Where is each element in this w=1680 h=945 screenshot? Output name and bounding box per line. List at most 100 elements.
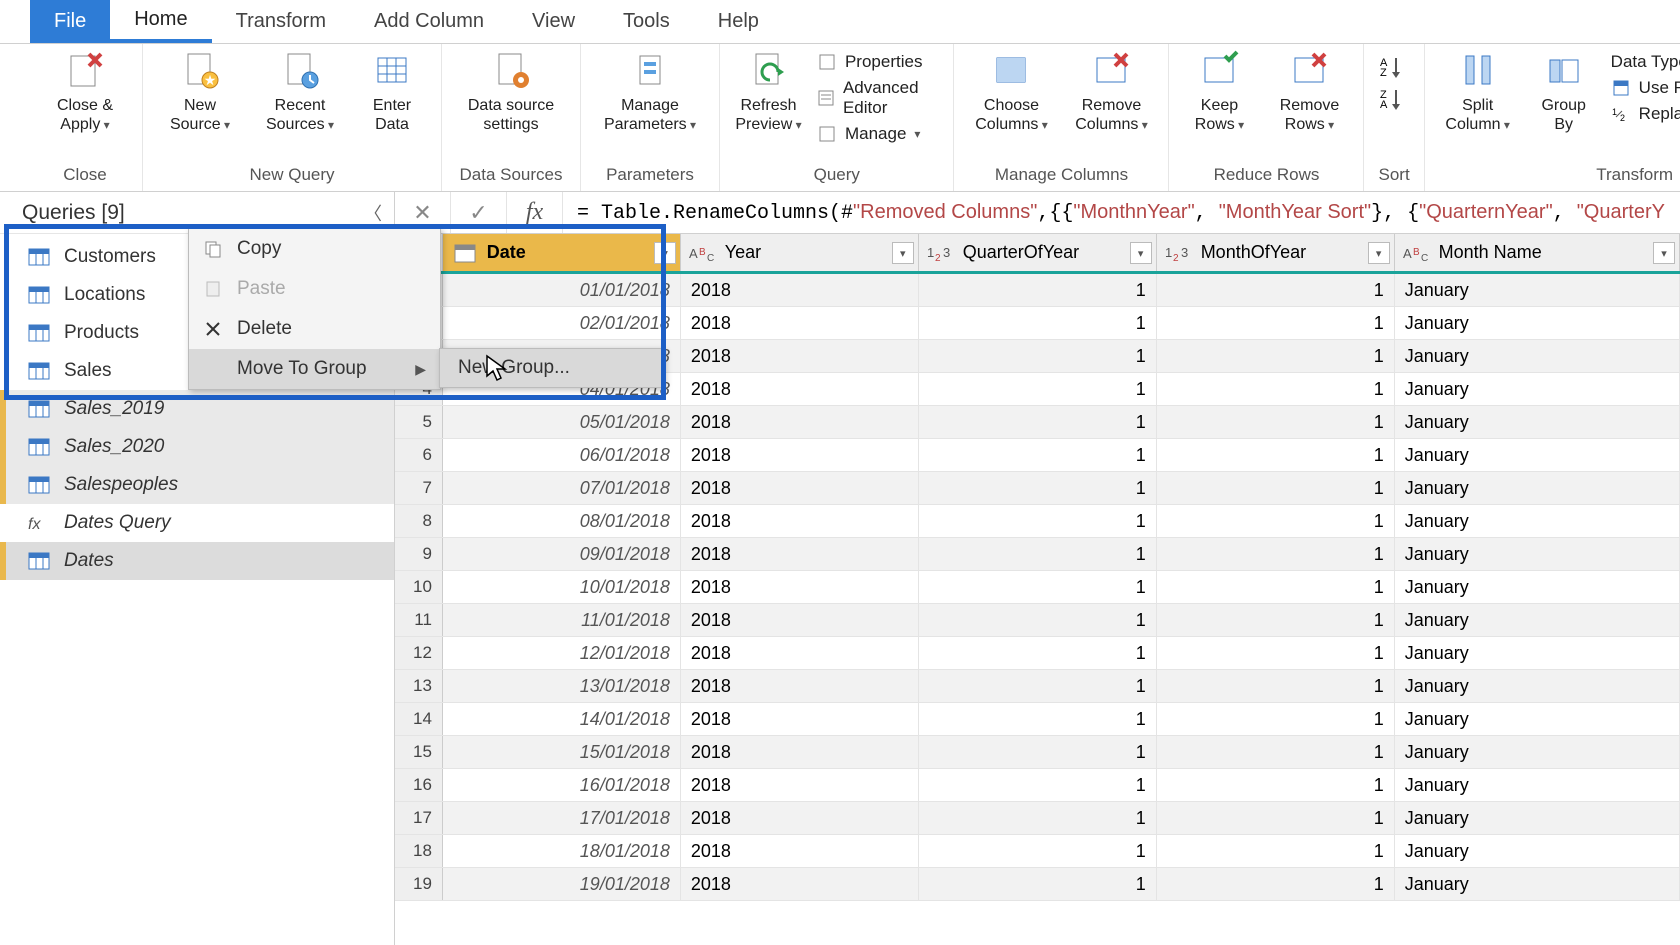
table-row[interactable]: 1919/01/2018201811January xyxy=(395,868,1680,901)
data-type-dropdown[interactable]: Data Type: Date▾ xyxy=(1611,52,1680,72)
row-number[interactable]: 15 xyxy=(395,736,443,768)
data-source-settings-button[interactable]: Data source settings xyxy=(456,48,566,134)
cell-year[interactable]: 2018 xyxy=(681,505,919,537)
cell-month[interactable]: 1 xyxy=(1157,835,1395,867)
advanced-editor-button[interactable]: Advanced Editor xyxy=(817,78,940,118)
column-header-year[interactable]: ABCYear▾ xyxy=(681,234,919,271)
tab-transform[interactable]: Transform xyxy=(212,0,350,43)
cell-year[interactable]: 2018 xyxy=(681,670,919,702)
cell-month[interactable]: 1 xyxy=(1157,670,1395,702)
tab-file[interactable]: File xyxy=(30,0,110,43)
query-item-dates[interactable]: Dates xyxy=(0,542,394,580)
row-number[interactable]: 6 xyxy=(395,439,443,471)
row-number[interactable]: 19 xyxy=(395,868,443,900)
table-row[interactable]: 1616/01/2018201811January xyxy=(395,769,1680,802)
cell-year[interactable]: 2018 xyxy=(681,835,919,867)
cell-month-name[interactable]: January xyxy=(1395,637,1680,669)
cell-month-name[interactable]: January xyxy=(1395,571,1680,603)
table-row[interactable]: 505/01/2018201811January xyxy=(395,406,1680,439)
context-delete[interactable]: Delete xyxy=(189,309,440,349)
tab-add-column[interactable]: Add Column xyxy=(350,0,508,43)
cell-quarter[interactable]: 1 xyxy=(919,571,1157,603)
row-number[interactable]: 7 xyxy=(395,472,443,504)
cell-year[interactable]: 2018 xyxy=(681,868,919,900)
column-filter-dropdown[interactable]: ▾ xyxy=(654,242,676,264)
cell-month[interactable]: 1 xyxy=(1157,406,1395,438)
remove-columns-button[interactable]: Remove Columns xyxy=(1068,48,1154,134)
cell-quarter[interactable]: 1 xyxy=(919,736,1157,768)
cell-year[interactable]: 2018 xyxy=(681,439,919,471)
table-row[interactable]: 1010/01/2018201811January xyxy=(395,571,1680,604)
cell-quarter[interactable]: 1 xyxy=(919,406,1157,438)
row-number[interactable]: 14 xyxy=(395,703,443,735)
cell-month-name[interactable]: January xyxy=(1395,340,1680,372)
row-number[interactable]: 18 xyxy=(395,835,443,867)
cell-quarter[interactable]: 1 xyxy=(919,340,1157,372)
cell-month-name[interactable]: January xyxy=(1395,472,1680,504)
formula-text[interactable]: = Table.RenameColumns(#"Removed Columns"… xyxy=(563,201,1680,225)
cell-month-name[interactable]: January xyxy=(1395,406,1680,438)
cell-quarter[interactable]: 1 xyxy=(919,373,1157,405)
cell-month-name[interactable]: January xyxy=(1395,670,1680,702)
split-column-button[interactable]: Split Column xyxy=(1439,48,1517,134)
cell-month[interactable]: 1 xyxy=(1157,505,1395,537)
cell-month-name[interactable]: January xyxy=(1395,538,1680,570)
context-move-to-group[interactable]: Move To Group ▶ xyxy=(189,349,440,389)
cell-month[interactable]: 1 xyxy=(1157,604,1395,636)
column-filter-dropdown[interactable]: ▾ xyxy=(1130,242,1152,264)
cell-month[interactable]: 1 xyxy=(1157,571,1395,603)
cell-quarter[interactable]: 1 xyxy=(919,604,1157,636)
cell-year[interactable]: 2018 xyxy=(681,307,919,339)
cell-year[interactable]: 2018 xyxy=(681,373,919,405)
cell-year[interactable]: 2018 xyxy=(681,604,919,636)
formula-fx-button[interactable]: fx xyxy=(507,192,563,233)
table-row[interactable]: 707/01/2018201811January xyxy=(395,472,1680,505)
sort-desc-button[interactable]: ZA xyxy=(1378,86,1406,110)
cell-month-name[interactable]: January xyxy=(1395,802,1680,834)
tab-home[interactable]: Home xyxy=(110,0,211,43)
cell-quarter[interactable]: 1 xyxy=(919,307,1157,339)
cell-quarter[interactable]: 1 xyxy=(919,637,1157,669)
cell-quarter[interactable]: 1 xyxy=(919,703,1157,735)
use-first-row-button[interactable]: Use First Row as Heade xyxy=(1611,78,1680,98)
cell-month-name[interactable]: January xyxy=(1395,703,1680,735)
submenu-new-group[interactable]: New Group... xyxy=(439,348,664,388)
cell-year[interactable]: 2018 xyxy=(681,571,919,603)
table-row[interactable]: 202/01/2018201811January xyxy=(395,307,1680,340)
cell-month[interactable]: 1 xyxy=(1157,868,1395,900)
cell-date[interactable]: 09/01/2018 xyxy=(443,538,681,570)
cell-quarter[interactable]: 1 xyxy=(919,769,1157,801)
table-row[interactable]: 101/01/2018201811January xyxy=(395,274,1680,307)
cell-year[interactable]: 2018 xyxy=(681,274,919,306)
row-number[interactable]: 13 xyxy=(395,670,443,702)
row-number[interactable]: 11 xyxy=(395,604,443,636)
column-filter-dropdown[interactable]: ▾ xyxy=(892,242,914,264)
cell-month-name[interactable]: January xyxy=(1395,274,1680,306)
manage-query-button[interactable]: Manage▾ xyxy=(817,124,940,144)
formula-commit-button[interactable]: ✓ xyxy=(451,192,507,233)
cell-quarter[interactable]: 1 xyxy=(919,505,1157,537)
column-filter-dropdown[interactable]: ▾ xyxy=(1653,242,1675,264)
context-copy[interactable]: Copy xyxy=(189,229,440,269)
cell-quarter[interactable]: 1 xyxy=(919,835,1157,867)
cell-date[interactable]: 13/01/2018 xyxy=(443,670,681,702)
column-filter-dropdown[interactable]: ▾ xyxy=(1368,242,1390,264)
cell-month-name[interactable]: January xyxy=(1395,439,1680,471)
cell-month[interactable]: 1 xyxy=(1157,307,1395,339)
cell-date[interactable]: 19/01/2018 xyxy=(443,868,681,900)
cell-month-name[interactable]: January xyxy=(1395,868,1680,900)
table-row[interactable]: 1212/01/2018201811January xyxy=(395,637,1680,670)
cell-month[interactable]: 1 xyxy=(1157,340,1395,372)
cell-month[interactable]: 1 xyxy=(1157,802,1395,834)
manage-parameters-button[interactable]: Manage Parameters xyxy=(595,48,705,134)
cell-year[interactable]: 2018 xyxy=(681,538,919,570)
cell-date[interactable]: 18/01/2018 xyxy=(443,835,681,867)
cell-year[interactable]: 2018 xyxy=(681,472,919,504)
cell-quarter[interactable]: 1 xyxy=(919,274,1157,306)
cell-month-name[interactable]: January xyxy=(1395,769,1680,801)
row-number[interactable]: 17 xyxy=(395,802,443,834)
column-header-monthName[interactable]: ABCMonth Name▾ xyxy=(1395,234,1680,271)
cell-month-name[interactable]: January xyxy=(1395,307,1680,339)
cell-year[interactable]: 2018 xyxy=(681,802,919,834)
cell-month[interactable]: 1 xyxy=(1157,274,1395,306)
